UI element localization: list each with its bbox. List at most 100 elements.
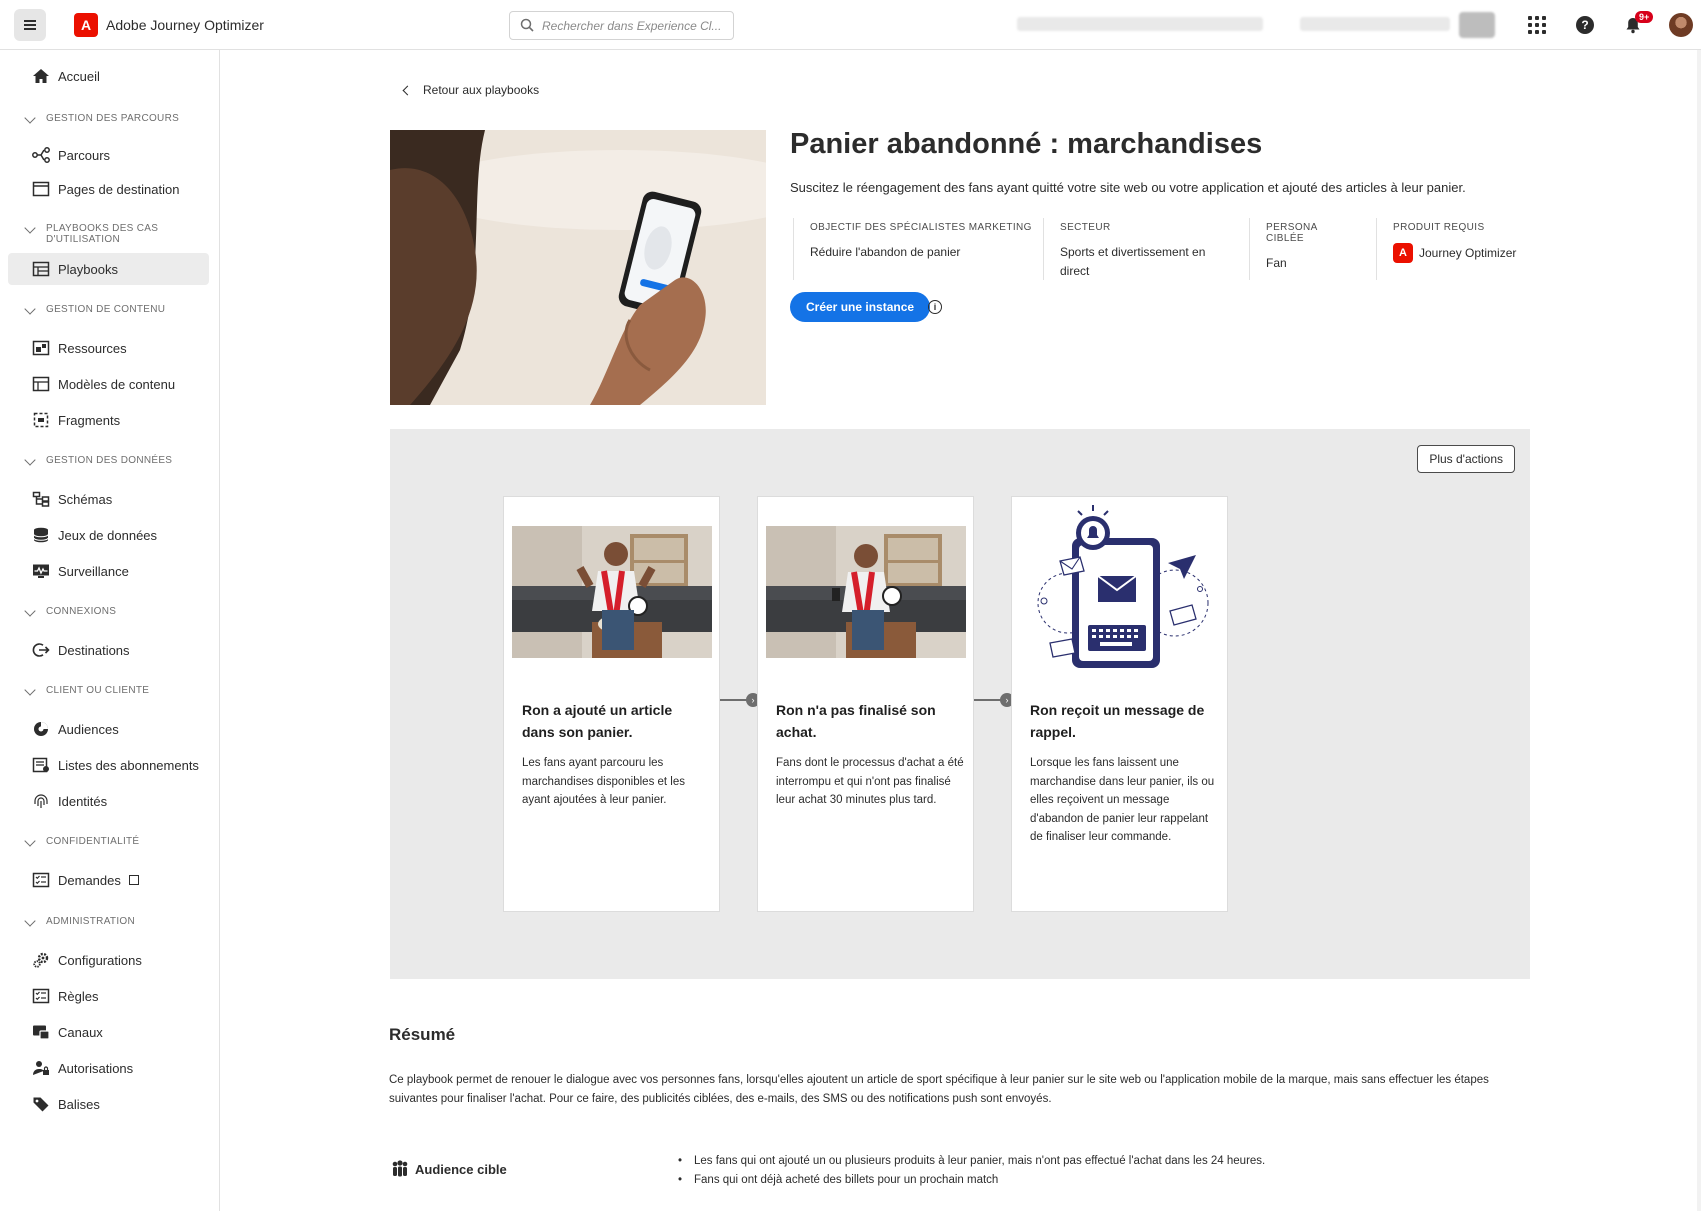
sidebar-item-demandes[interactable]: Demandes	[8, 864, 209, 896]
app-brand[interactable]: A Adobe Journey Optimizer	[74, 13, 264, 37]
section-parcours[interactable]: GESTION DES PARCOURS	[24, 112, 179, 124]
external-link-icon	[128, 875, 139, 885]
info-icon[interactable]: i	[928, 300, 942, 314]
sidebar-item-pages[interactable]: Pages de destination	[8, 173, 209, 205]
section-confidentialite[interactable]: CONFIDENTIALITÉ	[24, 835, 139, 847]
list-item: Fans qui ont déjà acheté des billets pou…	[678, 1171, 1265, 1190]
audience-heading: Audience cible	[391, 1160, 507, 1178]
sidebar-item-playbooks[interactable]: Playbooks	[8, 253, 209, 285]
sidebar-item-destinations[interactable]: Destinations	[8, 634, 209, 666]
playbook-icon	[32, 261, 50, 277]
sidebar-item-ressources[interactable]: Ressources	[8, 332, 209, 364]
sidebar-item-audiences[interactable]: Audiences	[8, 713, 209, 745]
hero-image	[390, 130, 766, 405]
sidebar-item-label: Configurations	[58, 952, 142, 968]
reminder-illustration	[1020, 503, 1220, 673]
adobe-logo-icon: A	[1393, 243, 1413, 263]
sidebar-item-label: Surveillance	[58, 563, 129, 579]
list-item: Les fans qui ont ajouté un ou plusieurs …	[678, 1152, 1265, 1171]
sidebar-item-label: Listes des abonnements	[58, 757, 199, 773]
sidebar-item-label: Destinations	[58, 642, 130, 658]
people-icon	[392, 1160, 408, 1177]
org-name-redacted[interactable]	[1017, 17, 1263, 31]
sidebar-item-label: Audiences	[58, 721, 119, 737]
sandbox-pill[interactable]	[1459, 12, 1495, 38]
sidebar-item-label: Canaux	[58, 1024, 103, 1040]
sidebar-item-label: Jeux de données	[58, 527, 158, 543]
search-input[interactable]: Rechercher dans Experience Cl...	[509, 11, 734, 40]
monitoring-icon	[33, 564, 49, 578]
section-administration[interactable]: ADMINISTRATION	[24, 915, 135, 927]
journey-step-card[interactable]: Ron reçoit un message de rappel. Lorsque…	[1011, 496, 1228, 912]
product-name: Journey Optimizer	[1419, 245, 1517, 260]
journey-step-card[interactable]: Ron n'a pas finalisé son achat. Fans don…	[757, 496, 974, 912]
sidebar-item-label: Règles	[58, 988, 99, 1004]
section-connexions[interactable]: CONNEXIONS	[24, 605, 116, 617]
help-icon[interactable]: ?	[1574, 14, 1596, 36]
sidebar-item-parcours[interactable]: Parcours	[8, 139, 209, 171]
create-instance-button[interactable]: Créer une instance	[790, 292, 931, 322]
permissions-icon	[33, 1061, 49, 1075]
journey-step-card[interactable]: Ron a ajouté un article dans son panier.…	[503, 496, 720, 912]
back-link[interactable]: Retour aux playbooks	[402, 83, 540, 97]
meta-produit: PRODUIT REQUIS A Journey Optimizer	[1376, 218, 1526, 280]
sidebar-item-home[interactable]: Accueil	[8, 60, 209, 92]
sidebar-item-fragments[interactable]: Fragments	[8, 404, 209, 436]
step-title: Ron n'a pas finalisé son achat.	[776, 702, 936, 740]
sidebar-item-balises[interactable]: Balises	[8, 1088, 209, 1120]
step-description: Lorsque les fans laissent une marchandis…	[1030, 757, 1215, 843]
destination-icon	[32, 643, 50, 657]
sidebar-item-autorisations[interactable]: Autorisations	[8, 1052, 209, 1084]
meta-value: Fan	[1266, 256, 1287, 270]
page-description: Suscitez le réengagement des fans ayant …	[790, 180, 1466, 195]
notification-badge: 9+	[1635, 11, 1654, 23]
summary-text: Ce playbook permet de renouer le dialogu…	[389, 1074, 1489, 1105]
sandbox-name-redacted[interactable]	[1300, 17, 1450, 31]
apps-grid-icon[interactable]	[1526, 14, 1548, 36]
section-contenu[interactable]: GESTION DE CONTENU	[24, 303, 165, 315]
back-link-label: Retour aux playbooks	[423, 83, 540, 97]
sidebar-item-label: Demandes	[58, 872, 121, 888]
audience-title: Audience cible	[415, 1161, 507, 1177]
sidebar-item-label: Playbooks	[58, 261, 118, 277]
sidebar-item-canaux[interactable]: Canaux	[8, 1016, 209, 1048]
step-description: Fans dont le processus d'achat a été int…	[776, 757, 964, 806]
bell-icon[interactable]: 9+	[1622, 11, 1654, 36]
meta-value: A Journey Optimizer	[1393, 243, 1526, 263]
audience-list: Les fans qui ont ajouté un ou plusieurs …	[678, 1152, 1265, 1190]
sidebar-item-regles[interactable]: Règles	[8, 980, 209, 1012]
sidebar-item-modeles[interactable]: Modèles de contenu	[8, 368, 209, 400]
top-bar: A Adobe Journey Optimizer Rechercher dan…	[0, 0, 1701, 50]
sidebar-item-label: Accueil	[58, 68, 100, 84]
sidebar-item-schemas[interactable]: Schémas	[8, 483, 209, 515]
database-icon	[33, 527, 49, 543]
section-donnees[interactable]: GESTION DES DONNÉES	[24, 454, 172, 466]
sidebar-item-jeux[interactable]: Jeux de données	[8, 519, 209, 551]
sidebar-item-configurations[interactable]: Configurations	[8, 944, 209, 976]
sidebar-item-listes[interactable]: Listes des abonnements	[8, 749, 209, 781]
meta-persona: PERSONA CIBLÉE Fan	[1249, 218, 1354, 280]
app-name: Adobe Journey Optimizer	[106, 17, 264, 33]
page-icon	[32, 181, 50, 197]
search-icon	[520, 18, 534, 32]
meta-value: Sports et divertissement en direct	[1060, 245, 1206, 278]
sidebar-item-identites[interactable]: Identités	[8, 785, 209, 817]
summary-title: Résumé	[389, 1025, 456, 1044]
avatar[interactable]	[1669, 13, 1693, 37]
step-description: Les fans ayant parcouru les marchandises…	[522, 757, 686, 806]
search-placeholder: Rechercher dans Experience Cl...	[542, 18, 722, 33]
meta-label: SECTEUR	[1060, 222, 1111, 233]
section-client[interactable]: CLIENT OU CLIENTE	[24, 684, 149, 696]
sidebar-item-surveillance[interactable]: Surveillance	[8, 555, 209, 587]
scrollbar[interactable]	[1697, 50, 1701, 1211]
section-playbooks[interactable]: PLAYBOOKS DES CAS D'UTILISATION	[24, 222, 166, 245]
chevron-left-icon	[402, 85, 413, 95]
journey-canvas: Plus d'actions Ron a ajouté un article d…	[390, 429, 1530, 979]
meta-label: OBJECTIF DES SPÉCIALISTES MARKETING	[810, 222, 1032, 233]
schema-icon	[32, 491, 50, 507]
menu-icon[interactable]	[14, 9, 46, 41]
page-title: Panier abandonné : marchandises	[790, 128, 1263, 160]
more-actions-button[interactable]: Plus d'actions	[1417, 445, 1515, 473]
journey-icon	[32, 147, 50, 163]
sidebar-item-label: Schémas	[58, 491, 113, 507]
